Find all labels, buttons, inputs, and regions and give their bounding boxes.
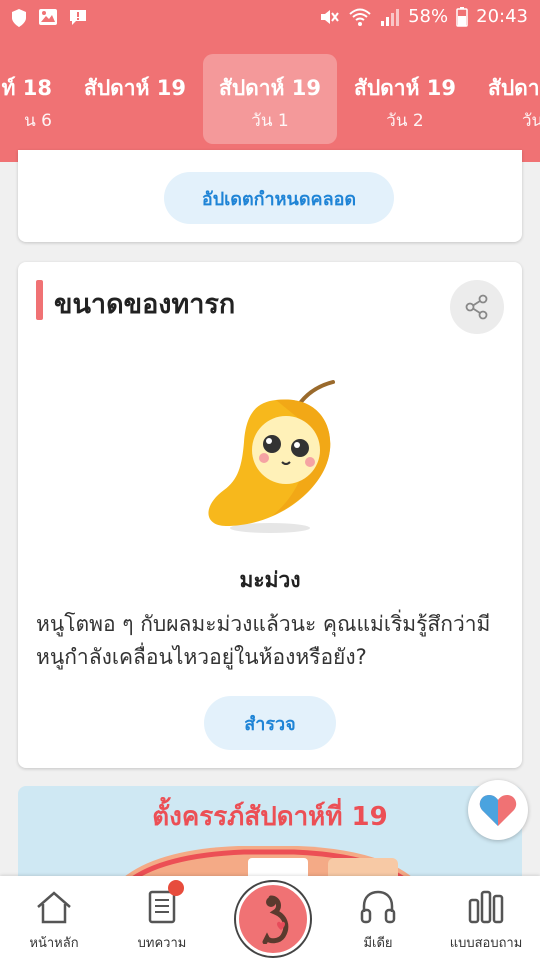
week-tab-18-day-6[interactable]: ท์ 18 น 6 <box>0 54 68 144</box>
battery-icon <box>456 6 468 27</box>
status-right: 58% 20:43 <box>318 6 528 27</box>
pregnancy-center-button[interactable] <box>236 882 310 956</box>
week-tab-title: สัปดาห์ 19 <box>354 76 456 100</box>
fruit-description: หนูโตพอ ๆ กับผลมะม่วงแล้วนะ คุณแม่เริ่มร… <box>36 612 491 669</box>
nav-home[interactable]: หน้าหลัก <box>0 876 108 960</box>
week-tab-day: วัน 1 <box>251 111 289 131</box>
fruit-name: มะม่วง <box>239 568 301 592</box>
nav-media-label: มีเดีย <box>363 936 393 951</box>
home-icon <box>37 891 71 924</box>
week-tab-title: สัปดาห์ 19 <box>84 76 186 100</box>
alert-message-icon <box>70 10 86 25</box>
share-icon <box>465 294 488 320</box>
headphones-icon <box>360 890 396 924</box>
week-tab-day: วัน 2 <box>386 111 424 131</box>
bar-chart-icon <box>468 890 504 924</box>
week-selector: ท์ 18 น 6 สัปดาห์ 19 สัปดาห์ 19 วัน 1 สั… <box>0 36 540 162</box>
nav-articles-label: บทความ <box>137 936 187 951</box>
baby-size-title: ขนาดของทารก <box>54 289 236 320</box>
week-tab-19-day-1[interactable]: สัปดาห์ 19 วัน 1 <box>203 54 337 144</box>
signal-icon <box>381 8 400 26</box>
mute-icon <box>321 9 339 24</box>
week-tab-next[interactable]: สัปดา วัน <box>470 54 540 144</box>
share-button[interactable] <box>450 280 504 334</box>
heart-icon <box>479 795 517 826</box>
wifi-icon <box>349 8 371 26</box>
nav-quiz[interactable]: แบบสอบถาม <box>432 876 540 960</box>
battery-percent: 58% <box>408 6 449 27</box>
shield-icon <box>12 9 26 27</box>
notification-icons <box>10 8 88 28</box>
due-date-card: อัปเดตกำหนดคลอด <box>18 150 522 242</box>
promo-title: ตั้งครรภ์สัปดาห์ที่ 19 <box>152 802 388 832</box>
week-tab-day: น 6 <box>24 111 52 131</box>
week-tab-19[interactable]: สัปดาห์ 19 <box>68 54 202 144</box>
week-tab-19-day-2[interactable]: สัปดาห์ 19 วัน 2 <box>338 54 472 144</box>
week-tab-title: สัปดา <box>488 76 540 100</box>
week-tab-title: สัปดาห์ 19 <box>219 76 321 100</box>
clock: 20:43 <box>476 6 528 27</box>
image-icon <box>39 9 57 25</box>
week-promo-banner[interactable]: ตั้งครรภ์สัปดาห์ที่ 19 <box>18 786 522 886</box>
mango-illustration <box>208 380 335 533</box>
week-tab-day: วัน <box>522 111 540 131</box>
title-accent-bar <box>36 280 43 320</box>
week-tab-title: ท์ 18 <box>1 76 52 100</box>
notification-badge <box>168 880 184 896</box>
status-bar: 58% 20:43 <box>0 0 540 36</box>
nav-home-label: หน้าหลัก <box>29 936 79 951</box>
update-due-date-button[interactable]: อัปเดตกำหนดคลอด <box>164 172 394 224</box>
baby-size-card: ขนาดของทารก มะม่วง หนูโตพอ ๆ กับผลมะม่วง… <box>18 262 522 768</box>
pregnant-mother-icon <box>262 895 289 944</box>
nav-media[interactable]: มีเดีย <box>324 876 432 960</box>
nav-articles[interactable]: บทความ <box>108 876 216 960</box>
explore-button[interactable]: สำรวจ <box>204 696 336 750</box>
favorite-heart-button[interactable] <box>468 780 528 840</box>
nav-quiz-label: แบบสอบถาม <box>449 936 523 951</box>
